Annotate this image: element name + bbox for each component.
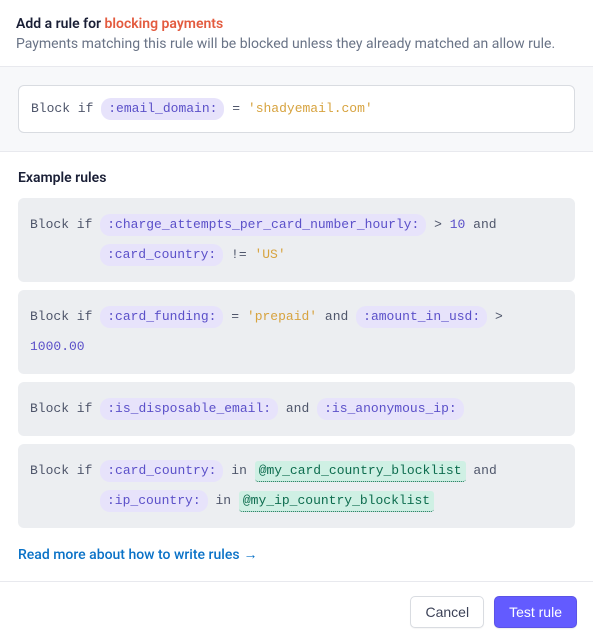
token-op: != xyxy=(231,247,247,262)
token-field: :is_anonymous_ip: xyxy=(317,398,464,420)
token-op: > xyxy=(495,309,503,324)
token-and: and xyxy=(473,217,496,232)
title-prefix: Add a rule for xyxy=(16,16,105,32)
token-list: @my_card_country_blocklist xyxy=(255,461,466,482)
rule-string-value: 'shadyemail.com' xyxy=(248,101,373,116)
rule-editor-input[interactable]: Block if :email_domain: = 'shadyemail.co… xyxy=(18,85,575,133)
rule-keyword: Block if xyxy=(30,463,92,478)
examples-section: Example rules Block if :charge_attempts_… xyxy=(0,152,593,581)
dialog-footer: Cancel Test rule xyxy=(0,581,593,642)
example-rule[interactable]: Block if :card_funding: = 'prepaid' and … xyxy=(18,290,575,374)
token-field: :is_disposable_email: xyxy=(100,398,278,420)
token-op: = xyxy=(231,309,239,324)
rule-keyword: Block if xyxy=(30,401,92,416)
token-field: :card_country: xyxy=(100,460,223,482)
token-op: in xyxy=(215,493,231,508)
dialog-subtitle: Payments matching this rule will be bloc… xyxy=(16,36,577,52)
token-field: :ip_country: xyxy=(100,490,208,512)
token-str: 'US' xyxy=(254,247,285,262)
token-and: and xyxy=(325,309,348,324)
token-num: 1000.00 xyxy=(30,339,85,354)
token-field: :amount_in_usd: xyxy=(356,306,487,328)
title-highlight: blocking payments xyxy=(105,16,224,32)
token-and: and xyxy=(286,401,309,416)
token-op: in xyxy=(231,463,247,478)
examples-heading: Example rules xyxy=(18,170,575,186)
rule-keyword: Block if xyxy=(30,309,92,324)
token-op: > xyxy=(434,217,442,232)
token-field: :charge_attempts_per_card_number_hourly: xyxy=(100,214,426,236)
example-rule[interactable]: Block if :is_disposable_email: and :is_a… xyxy=(18,382,575,436)
token-list: @my_ip_country_blocklist xyxy=(239,491,434,512)
dialog-title: Add a rule for blocking payments xyxy=(16,16,577,32)
example-rule[interactable]: Block if :charge_attempts_per_card_numbe… xyxy=(18,198,575,282)
rule-keyword: Block if xyxy=(31,101,93,116)
test-rule-button[interactable]: Test rule xyxy=(494,596,577,628)
cancel-button[interactable]: Cancel xyxy=(410,596,484,628)
token-field: :card_country: xyxy=(100,244,223,266)
token-field: :card_funding: xyxy=(100,306,223,328)
examples-list: Block if :charge_attempts_per_card_numbe… xyxy=(18,198,575,528)
dialog-header: Add a rule for blocking payments Payment… xyxy=(0,0,593,66)
token-num: 10 xyxy=(450,217,466,232)
token-and: and xyxy=(473,463,496,478)
example-rule[interactable]: Block if :card_country: in @my_card_coun… xyxy=(18,444,575,528)
rule-operator: = xyxy=(232,101,240,116)
token-str: 'prepaid' xyxy=(247,309,317,324)
rule-editor-section: Block if :email_domain: = 'shadyemail.co… xyxy=(0,66,593,152)
rule-field-token: :email_domain: xyxy=(101,98,224,120)
rule-keyword: Block if xyxy=(30,217,92,232)
